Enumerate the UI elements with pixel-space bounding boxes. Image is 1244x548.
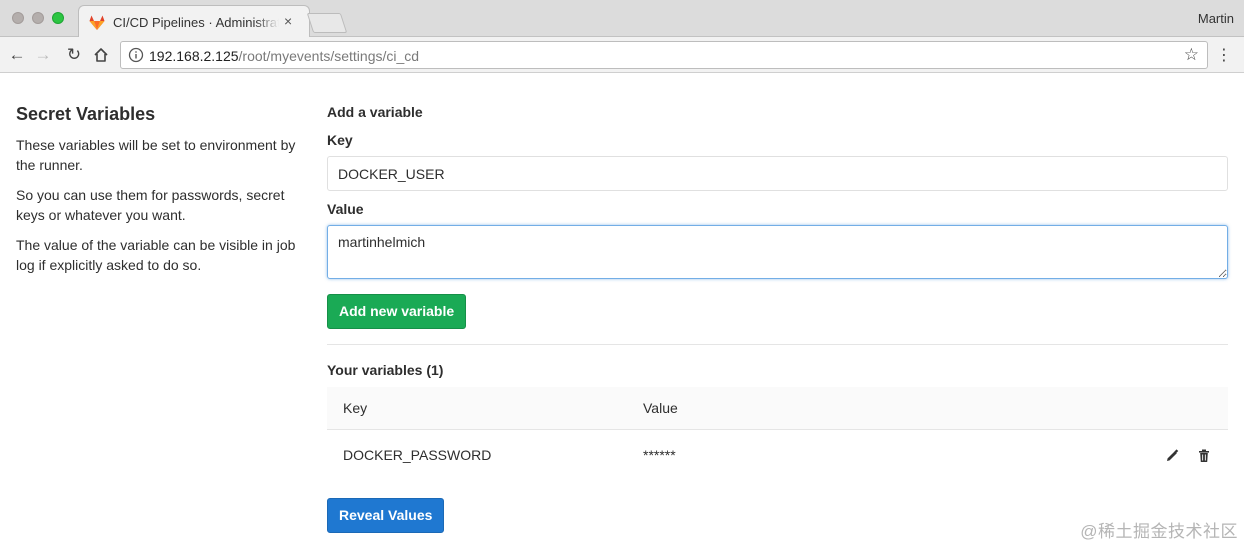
settings-sidebar: Secret Variables These variables will be… [16,104,306,285]
url-path: /root/myevents/settings/ci_cd [238,48,420,64]
url-text[interactable]: 192.168.2.125/root/myevents/settings/ci_… [149,48,419,64]
value-textarea[interactable]: martinhelmich [327,225,1228,279]
edit-pencil-icon[interactable] [1164,448,1180,464]
reveal-values-button[interactable]: Reveal Values [327,498,445,533]
info-icon[interactable] [128,47,144,63]
browser-tab-active[interactable]: CI/CD Pipelines · Administrator × [78,5,310,38]
add-variable-title: Add a variable [327,104,423,120]
browser-toolbar: ← → ↻ 192.168.2.125/root/myevents/settin… [0,37,1244,73]
variables-panel: Add a variable Key Value martinhelmich A… [327,104,1228,533]
description-paragraph: The value of the variable can be visible… [16,237,296,273]
url-host: 192.168.2.125 [149,48,239,64]
tab-close-icon[interactable]: × [284,13,292,29]
add-new-variable-button[interactable]: Add new variable [327,294,467,329]
section-heading: Secret Variables [16,104,156,124]
value-label: Value [327,201,364,217]
forward-arrow-icon[interactable]: → [33,45,53,65]
address-bar[interactable]: 192.168.2.125/root/myevents/settings/ci_… [120,41,1208,69]
row-actions [880,429,1228,481]
watermark-text: @稀土掘金技术社区 [1080,522,1238,541]
window-close-button[interactable] [12,12,24,24]
browser-menu-icon[interactable]: ⋮ [1216,45,1232,65]
reload-icon[interactable]: ↻ [64,45,84,65]
column-header-actions [880,387,1228,429]
back-arrow-icon[interactable]: ← [7,45,27,65]
column-header-key: Key [343,399,368,416]
window-zoom-button[interactable] [52,12,64,24]
key-input[interactable] [327,156,1228,191]
table-header-row: Key Value [327,387,1228,429]
new-tab-button[interactable] [306,13,348,33]
bookmark-star-icon[interactable]: ☆ [1184,45,1199,65]
divider [327,344,1228,345]
profile-name[interactable]: Martin [1198,11,1234,26]
window-minimize-button[interactable] [32,12,44,24]
variable-key-cell: DOCKER_PASSWORD [343,447,492,464]
table-row: DOCKER_PASSWORD ****** [327,429,1228,481]
description-paragraph: These variables will be set to environme… [16,137,296,173]
column-header-value: Value [643,399,678,416]
page-content: Secret Variables These variables will be… [0,74,1244,548]
key-label: Key [327,132,353,148]
description-paragraph: So you can use them for passwords, secre… [16,187,285,223]
variables-table: Key Value DOCKER_PASSWORD ****** [327,387,1228,481]
your-variables-title: Your variables (1) [327,362,444,378]
tab-title-fade [255,12,279,32]
home-icon[interactable] [91,45,111,65]
variable-value-cell: ****** [643,447,676,464]
gitlab-logo-icon [89,15,105,30]
browser-tab-bar: CI/CD Pipelines · Administrator × Martin [0,0,1244,38]
delete-trash-icon[interactable] [1196,448,1212,464]
